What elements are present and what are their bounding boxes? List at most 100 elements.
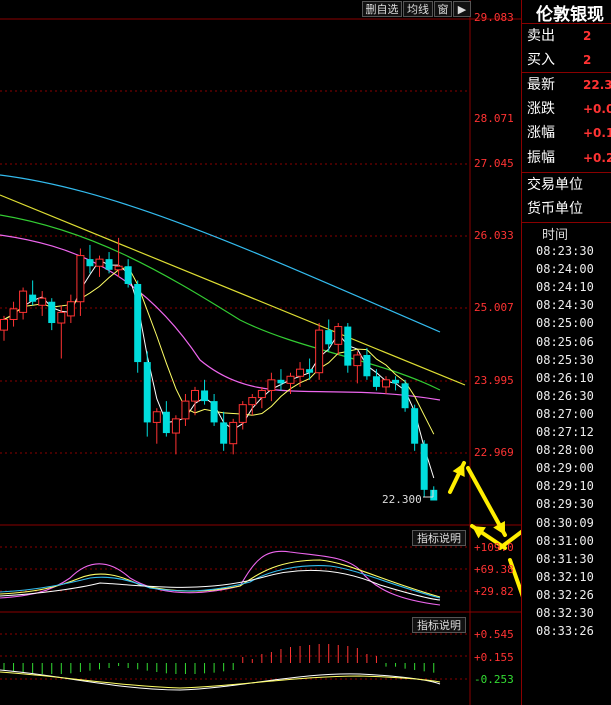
delete-favorite-button[interactable]: 删自选 bbox=[362, 1, 402, 17]
price-axis-label: 28.071 bbox=[474, 112, 514, 125]
candle-body bbox=[325, 330, 333, 345]
candle-body bbox=[134, 283, 142, 363]
candle-body bbox=[286, 375, 295, 384]
indicator-help-button[interactable]: 指标说明 bbox=[412, 530, 466, 546]
quote-row: 振幅 +0.2 bbox=[527, 150, 611, 166]
tick-time-item: 08:24:00 bbox=[536, 262, 594, 277]
candle-body bbox=[257, 389, 266, 399]
candle-body bbox=[9, 308, 18, 320]
candle-body bbox=[315, 329, 324, 374]
tick-time-item: 08:25:30 bbox=[536, 352, 594, 367]
quote-row: 涨跌 +0.0 bbox=[527, 101, 611, 117]
candle-body bbox=[105, 259, 113, 270]
candle-body bbox=[66, 301, 75, 317]
collapse-arrow-icon[interactable]: ▶ bbox=[453, 1, 471, 17]
candle-body bbox=[430, 489, 438, 501]
candle-body bbox=[353, 354, 362, 367]
ma6-line bbox=[3, 266, 435, 435]
ma-mid-line bbox=[0, 214, 441, 391]
indicator1-j-line bbox=[0, 565, 441, 599]
candle-body bbox=[363, 354, 371, 377]
candle-body bbox=[382, 379, 390, 388]
candle-body bbox=[76, 255, 85, 303]
quote-row: 涨幅 +0.1 bbox=[527, 125, 611, 141]
moving-average-button[interactable]: 均线 bbox=[403, 1, 433, 17]
quote-row: 交易单位 bbox=[527, 177, 583, 193]
candle-body bbox=[162, 411, 170, 434]
candle-body bbox=[401, 383, 409, 409]
candle-body bbox=[248, 397, 257, 406]
candle-body bbox=[124, 266, 132, 284]
candle-body bbox=[334, 326, 343, 345]
quote-panel: 伦敦银现 卖出 2 买入 2 最新 22.3 涨跌 +0.0 涨幅 +0.1 振幅 +0.2… bbox=[521, 0, 611, 705]
quote-row: 货币单位 bbox=[527, 201, 583, 217]
candle-body bbox=[306, 369, 314, 373]
candle-body bbox=[220, 422, 228, 444]
quote-row: 最新 22.3 bbox=[527, 77, 611, 93]
candle-body bbox=[238, 404, 247, 423]
indicator2-axis-label: +0.155 bbox=[474, 651, 514, 664]
tick-time-item: 08:25:06 bbox=[536, 334, 594, 349]
candle-body bbox=[114, 265, 123, 271]
price-axis-label: 27.045 bbox=[474, 157, 514, 170]
candle-body bbox=[19, 290, 28, 313]
candle-body bbox=[277, 379, 285, 384]
candle-body bbox=[420, 443, 428, 490]
tick-time-item: 08:29:00 bbox=[536, 461, 594, 476]
candle-body bbox=[229, 421, 238, 445]
tick-time-item: 08:23:30 bbox=[536, 244, 594, 258]
candle-body bbox=[86, 259, 94, 267]
tick-time-item: 08:26:10 bbox=[536, 370, 594, 385]
ma-trend-line bbox=[0, 194, 466, 386]
candle-body bbox=[0, 318, 8, 331]
last-price-label: 22.300 bbox=[382, 493, 422, 506]
candle-body bbox=[267, 379, 276, 391]
tick-time-item: 08:29:30 bbox=[536, 497, 594, 512]
tick-time-item: 08:30:09 bbox=[536, 515, 594, 530]
candle-body bbox=[152, 411, 161, 423]
indicator1-k-line bbox=[0, 550, 441, 606]
tick-time-item: 08:24:30 bbox=[536, 298, 594, 313]
tick-time-item: 08:33:26 bbox=[536, 624, 594, 639]
candle-body bbox=[191, 389, 199, 402]
indicator2-axis-label: +0.545 bbox=[474, 628, 514, 641]
macd-dif-line bbox=[0, 669, 441, 691]
tick-time-item: 08:27:00 bbox=[536, 406, 594, 421]
candle-body bbox=[372, 376, 380, 387]
ma-short-line bbox=[0, 234, 441, 401]
tick-time-item: 08:32:30 bbox=[536, 606, 594, 620]
indicator2-axis-label: -0.253 bbox=[474, 673, 514, 686]
time-list-header: 时间 bbox=[542, 228, 569, 243]
price-axis-label: 22.969 bbox=[474, 446, 514, 459]
candle-body bbox=[38, 297, 47, 306]
candle-body bbox=[29, 294, 37, 302]
candle-body bbox=[201, 390, 209, 402]
indicator-help-button-2[interactable]: 指标说明 bbox=[412, 617, 466, 633]
tick-time-item: 08:32:26 bbox=[536, 587, 594, 602]
candle-body bbox=[48, 301, 56, 324]
candle-body bbox=[143, 362, 151, 423]
candle-body bbox=[181, 400, 190, 420]
quote-row: 买入 2 bbox=[527, 52, 592, 68]
candle-body bbox=[344, 326, 352, 366]
candlestick-chart[interactable] bbox=[0, 0, 521, 705]
indicator1-axis-label: +109.0 bbox=[474, 541, 514, 554]
candle-body bbox=[210, 401, 218, 423]
candle-body bbox=[296, 368, 305, 377]
window-button[interactable]: 窗 bbox=[434, 1, 452, 17]
tick-time-item: 08:26:30 bbox=[536, 388, 594, 403]
tick-time-item: 08:32:10 bbox=[536, 569, 594, 584]
price-axis-label: 23.995 bbox=[474, 374, 514, 387]
tick-time-item: 08:31:30 bbox=[536, 551, 594, 566]
tick-time-item: 08:31:00 bbox=[536, 533, 594, 548]
quote-row: 卖出 2 bbox=[527, 28, 592, 44]
indicator1-axis-label: +69.38 bbox=[474, 563, 514, 576]
price-axis-label: 26.033 bbox=[474, 229, 514, 242]
tick-time-item: 08:29:10 bbox=[536, 479, 594, 494]
price-axis-label: 29.083 bbox=[474, 11, 514, 24]
candle-body bbox=[171, 418, 180, 434]
candle-body bbox=[57, 311, 66, 324]
indicator1-axis-label: +29.82 bbox=[474, 585, 514, 598]
candle-body bbox=[411, 408, 419, 444]
candle-body bbox=[95, 258, 104, 267]
